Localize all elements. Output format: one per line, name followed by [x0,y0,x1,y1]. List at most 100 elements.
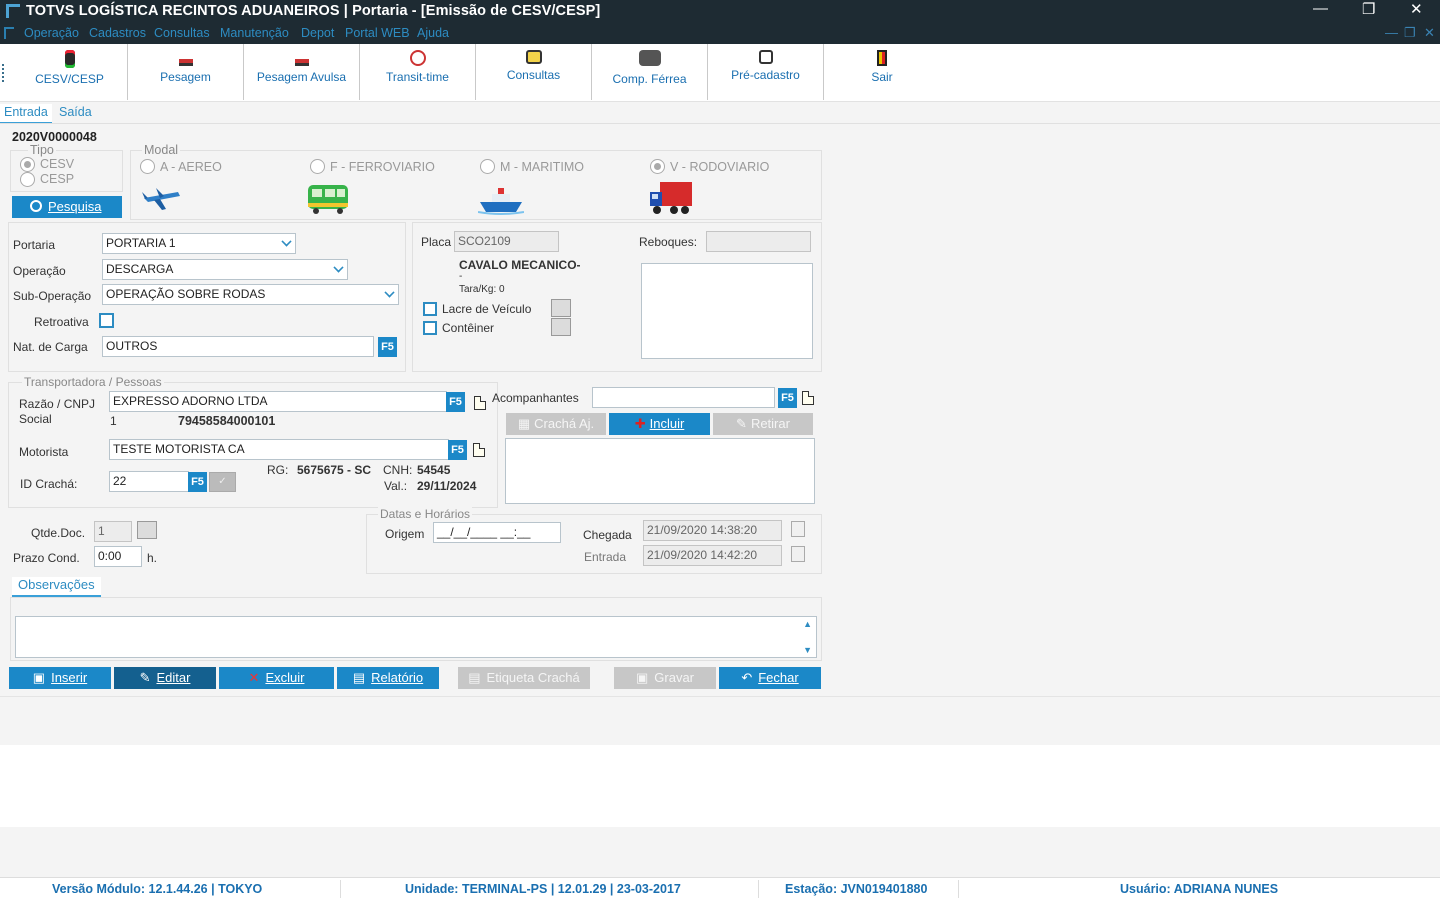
prazo-unit: h. [147,551,158,565]
portaria-select[interactable]: PORTARIA 1 [102,233,296,254]
menu-depot[interactable]: Depot [301,26,334,40]
entrada-input[interactable]: 21/09/2020 14:42:20 [643,545,782,566]
prazo-label: Prazo Cond. [13,551,80,565]
razao-document-icon[interactable] [474,396,486,410]
prazo-input[interactable]: 0:00 [94,546,142,567]
reboques-list[interactable] [641,263,813,359]
cracha-aj-button[interactable]: ▦ Crachá Aj. [506,413,606,435]
app-logo-icon [6,4,20,18]
tipo-legend: Tipo [28,143,56,157]
menu-portal-web[interactable]: Portal WEB [345,26,410,40]
razao-label: Razão / CNPJ Social [19,397,96,426]
retroativa-checkbox[interactable] [99,313,114,328]
modal-maritimo-radio[interactable] [480,159,495,174]
idcracha-check-button[interactable]: ✓ [209,472,236,492]
operacao-select[interactable]: DESCARGA [102,259,348,280]
razao-input[interactable]: EXPRESSO ADORNO LTDA [109,391,447,412]
idcracha-input[interactable]: 22 [109,471,189,492]
label-print-icon: ▤ [468,670,481,685]
toolbar-cesv-cesp-button[interactable]: CESV/CESP [12,44,128,100]
menu-consultas[interactable]: Consultas [154,26,210,40]
toolbar-pesagem-avulsa-button[interactable]: Pesagem Avulsa [244,44,360,100]
motorista-f5-button[interactable]: F5 [448,440,467,460]
datas-legend: Datas e Horários [378,507,473,521]
observacoes-textarea[interactable]: ▲ ▼ [15,616,817,658]
menu-app-icon [4,27,14,39]
status-divider [340,880,341,898]
tipo-cesp-radio[interactable] [20,172,35,187]
acompanhantes-document-icon[interactable] [802,391,814,405]
val-value: 29/11/2024 [417,479,477,493]
qtde-input[interactable]: 1 [94,521,132,542]
restore-button[interactable]: ❐ [1362,0,1375,18]
tab-saida[interactable]: Saída [55,104,96,124]
reboques-input[interactable] [706,231,811,252]
chevron-down-icon [333,262,344,273]
status-usuario: Usuário: ADRIANA NUNES [1120,882,1279,896]
inserir-button[interactable]: ▣ Inserir [9,667,111,689]
toolbar: CESV/CESP Pesagem Pesagem Avulsa Transit… [0,44,1440,102]
mdi-restore-button[interactable]: ❐ [1404,25,1416,41]
retirar-button[interactable]: ✎ Retirar [713,413,813,435]
razao-f5-button[interactable]: F5 [446,392,465,412]
modal-rodoviario-radio[interactable] [650,159,665,174]
motorista-document-icon[interactable] [473,443,485,457]
mdi-minimize-button[interactable]: — [1385,25,1398,40]
placa-label: Placa [421,235,452,249]
natcarga-f5-button[interactable]: F5 [378,337,397,357]
suboperacao-select[interactable]: OPERAÇÃO SOBRE RODAS [102,284,399,305]
mdi-close-button[interactable]: ✕ [1424,25,1435,41]
pesquisa-button[interactable]: Pesquisa [12,196,122,218]
retroativa-label: Retroativa [34,315,89,329]
toolbar-comp-ferrea-button[interactable]: Comp. Férrea [592,44,708,100]
motorista-input[interactable]: TESTE MOTORISTA CA [109,439,449,460]
modal-aereo-radio[interactable] [140,159,155,174]
tipo-cesv-radio[interactable] [20,157,35,172]
conteiner-checkbox[interactable] [423,321,437,335]
truck-icon [650,182,692,214]
acompanhantes-f5-button[interactable]: F5 [778,388,797,408]
acompanhantes-list[interactable] [505,438,815,504]
etiqueta-cracha-button[interactable]: ▤ Etiqueta Crachá [458,667,590,689]
gravar-button[interactable]: ▣ Gravar [614,667,716,689]
acompanhantes-input[interactable] [592,387,775,408]
tab-entrada[interactable]: Entrada [0,104,52,124]
excluir-button[interactable]: ✕ Excluir [219,667,334,689]
chevron-down-icon [281,236,292,247]
menu-manutencao[interactable]: Manutenção [220,26,289,40]
toolbar-pre-cadastro-button[interactable]: Pré-cadastro [708,44,824,100]
toolbar-grip[interactable] [2,64,5,82]
placa-input[interactable]: SCO2109 [454,231,559,252]
menu-cadastros[interactable]: Cadastros [89,26,146,40]
incluir-button[interactable]: ✚ Incluir [609,413,710,435]
menu-ajuda[interactable]: Ajuda [417,26,449,40]
qtde-grid-icon[interactable] [137,521,157,539]
natcarga-input[interactable]: OUTROS [102,336,374,357]
toolbar-consultas-button[interactable]: Consultas [476,44,592,100]
toolbar-sair-button[interactable]: Sair [824,44,940,100]
lacre-grid-icon[interactable] [551,299,571,317]
fechar-button[interactable]: ↶ Fechar [719,667,821,689]
conteiner-grid-icon[interactable] [551,318,571,336]
editar-button[interactable]: ✎ Editar [114,667,216,689]
modal-ferroviario-radio[interactable] [310,159,325,174]
chegada-input[interactable]: 21/09/2020 14:38:20 [643,520,782,541]
tab-observacoes[interactable]: Observações [12,577,101,597]
scroll-up-icon[interactable]: ▲ [803,619,812,629]
origem-input[interactable]: __/__/____ __:__ [433,522,561,543]
toolbar-transit-time-button[interactable]: Transit-time [360,44,476,100]
content-divider [0,696,1440,697]
scroll-down-icon[interactable]: ▼ [803,645,812,655]
idcracha-f5-button[interactable]: F5 [188,472,207,492]
status-unidade: Unidade: TERMINAL-PS | 12.01.29 | 23-03-… [405,882,681,896]
chegada-calendar-icon[interactable] [791,521,805,537]
relatorio-button[interactable]: ▤ Relatório [337,667,439,689]
menu-operacao[interactable]: Operação [24,26,79,40]
entrada-calendar-icon[interactable] [791,546,805,562]
close-button[interactable]: ✕ [1410,0,1423,18]
train-icon [638,50,661,66]
toolbar-pesagem-button[interactable]: Pesagem [128,44,244,100]
minimize-button[interactable]: — [1313,0,1328,17]
lacre-label: Lacre de Veículo [442,302,532,316]
lacre-checkbox[interactable] [423,302,437,316]
